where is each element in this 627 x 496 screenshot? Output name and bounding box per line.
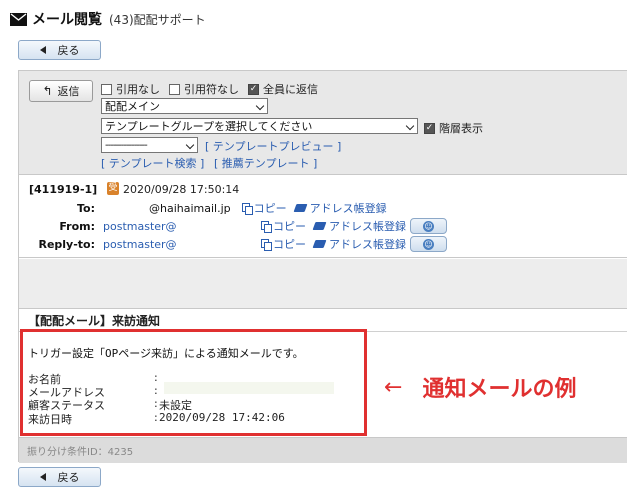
template-group-value: テンプレートグループを選択してください xyxy=(105,120,313,133)
envelope-icon xyxy=(10,12,27,26)
copy-replyto-link[interactable]: コピー xyxy=(261,236,306,252)
copy-icon xyxy=(261,220,272,233)
contact-info-button[interactable]: ☺ xyxy=(410,236,447,252)
template-select[interactable]: ---------------- xyxy=(101,137,198,153)
triangle-left-icon xyxy=(39,46,46,54)
annotation-text: 通知メールの例 xyxy=(422,377,577,402)
message-id: [411919-1] xyxy=(29,183,98,196)
copy-icon xyxy=(241,202,253,215)
replyto-label: Reply-to: xyxy=(38,237,95,251)
chevron-down-icon xyxy=(255,101,265,111)
checkbox-box[interactable] xyxy=(101,83,112,95)
addressbook-from-link[interactable]: アドレス帳登録 xyxy=(312,218,406,234)
page-subtitle: (43)配配サポート xyxy=(109,12,206,27)
smiley-icon: ☺ xyxy=(423,238,434,250)
checkbox-no-quote-mark[interactable]: 引用符なし xyxy=(169,81,239,97)
attachment-area xyxy=(19,259,627,309)
checkbox-box-checked[interactable]: ✓ xyxy=(424,122,435,134)
copy-label: コピー xyxy=(273,220,306,233)
to-row: To: @haihaimail.jp コピー アドレス帳登録 xyxy=(19,200,387,216)
copy-to-link[interactable]: コピー xyxy=(241,200,287,216)
addressbook-label: アドレス帳登録 xyxy=(329,238,406,251)
reply-arrow-icon: ↰ xyxy=(42,84,53,98)
addressbook-replyto-link[interactable]: アドレス帳登録 xyxy=(312,236,406,252)
copy-icon xyxy=(261,238,272,251)
copy-from-link[interactable]: コピー xyxy=(261,218,306,234)
template-search-link[interactable]: [ テンプレート検索 ] xyxy=(101,155,204,171)
to-address: @haihaimail.jp xyxy=(149,201,231,215)
back-button-bottom[interactable]: 戻る xyxy=(18,467,101,487)
arrow-left-icon: ← xyxy=(384,374,403,400)
addressbook-label: アドレス帳登録 xyxy=(329,220,406,233)
checkbox-no-quote[interactable]: 引用なし xyxy=(101,81,160,97)
from-label: From: xyxy=(59,219,95,233)
received-date: 2020/09/28 17:50:14 xyxy=(123,183,240,196)
checkbox-box-checked[interactable]: ✓ xyxy=(248,83,259,95)
from-address[interactable]: postmaster@ xyxy=(103,220,261,233)
book-icon xyxy=(312,222,327,230)
filter-condition-bar: 振り分け条件ID：4235 xyxy=(19,437,627,463)
checkbox-hierarchy[interactable]: ✓ 階層表示 xyxy=(424,120,483,136)
checkbox-box[interactable] xyxy=(169,83,180,95)
checkbox-label: 階層表示 xyxy=(439,122,483,135)
template-group-select[interactable]: テンプレートグループを選択してください xyxy=(101,118,418,134)
back-button-label: 戻る xyxy=(57,471,80,484)
page-header: メール閲覧 (43)配配サポート xyxy=(10,8,206,30)
highlight-box xyxy=(20,329,367,436)
copy-label: コピー xyxy=(253,202,287,215)
filter-condition-id: 振り分け条件ID：4235 xyxy=(27,447,134,458)
received-icon: 受 xyxy=(107,182,119,195)
replyto-row: Reply-to: postmaster@ コピー アドレス帳登録 ☺ xyxy=(19,236,447,252)
back-button-top[interactable]: 戻る xyxy=(18,40,101,60)
reply-button-label: 返信 xyxy=(57,85,80,98)
replyto-address[interactable]: postmaster@ xyxy=(103,238,261,251)
addressbook-to-link[interactable]: アドレス帳登録 xyxy=(293,200,387,216)
template-select-value: ---------------- xyxy=(105,139,148,151)
chevron-down-icon xyxy=(185,140,195,150)
mode-select-value: 配配メイン xyxy=(105,100,160,113)
checkbox-label: 引用なし xyxy=(116,83,160,96)
checkbox-reply-all[interactable]: ✓ 全員に返信 xyxy=(248,81,318,97)
to-label: To: xyxy=(77,201,95,215)
checkbox-label: 引用符なし xyxy=(184,83,239,96)
recommended-template-link[interactable]: [ 推薦テンプレート ] xyxy=(214,155,317,171)
message-header: [411919-1] 受 2020/09/28 17:50:14 To: @ha… xyxy=(19,176,627,258)
book-icon xyxy=(293,204,308,212)
mail-panel: ↰ 返信 引用なし 引用符なし ✓ 全員に返信 配配メイン テンプレートグループ… xyxy=(18,70,627,463)
mode-select[interactable]: 配配メイン xyxy=(101,98,268,114)
back-button-label: 戻る xyxy=(57,44,80,57)
annotation-callout: ← 通知メールの例 xyxy=(384,371,576,403)
triangle-left-icon xyxy=(39,473,46,481)
quote-options: 引用なし 引用符なし ✓ 全員に返信 xyxy=(101,81,327,97)
template-preview-link[interactable]: [ テンプレートプレビュー ] xyxy=(205,138,341,154)
reply-toolbar: ↰ 返信 引用なし 引用符なし ✓ 全員に返信 配配メイン テンプレートグループ… xyxy=(19,71,627,175)
checkbox-label: 全員に返信 xyxy=(263,83,318,96)
copy-label: コピー xyxy=(273,238,306,251)
addressbook-label: アドレス帳登録 xyxy=(309,202,387,215)
page-title: メール閲覧 xyxy=(32,12,102,28)
from-row: From: postmaster@ コピー アドレス帳登録 ☺ xyxy=(19,218,447,234)
book-icon xyxy=(312,240,327,248)
contact-info-button[interactable]: ☺ xyxy=(410,218,447,234)
chevron-down-icon xyxy=(405,121,415,131)
smiley-icon: ☺ xyxy=(423,220,434,232)
reply-button[interactable]: ↰ 返信 xyxy=(29,80,93,102)
